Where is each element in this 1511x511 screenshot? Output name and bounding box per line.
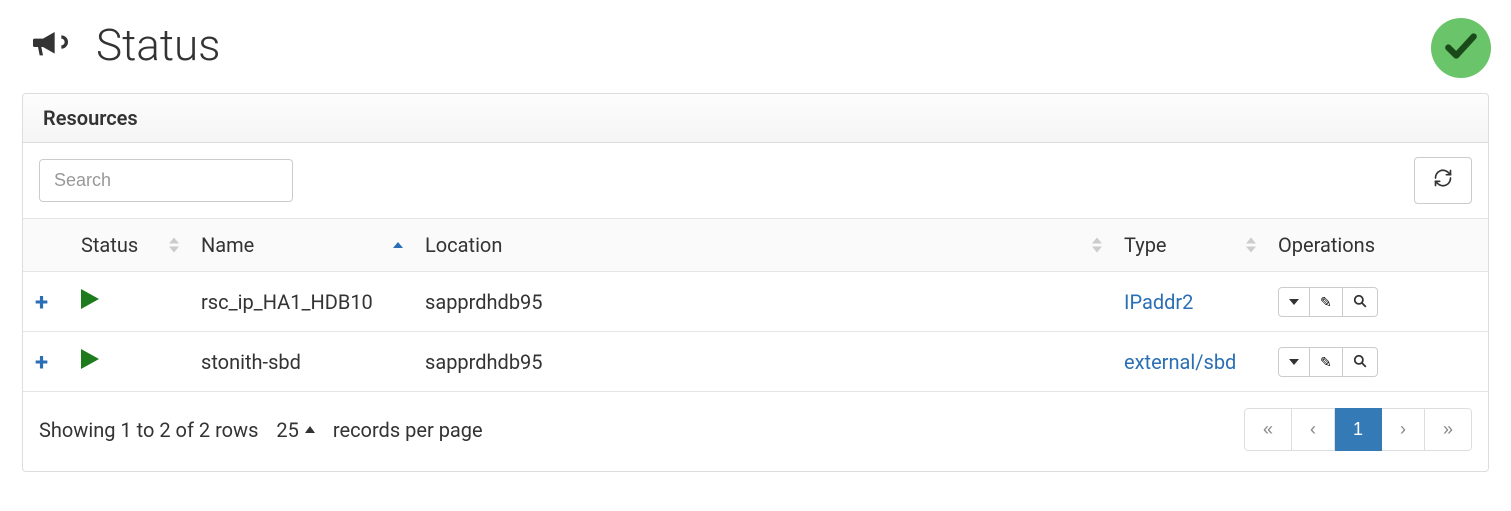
running-icon <box>81 349 99 369</box>
column-location-label: Location <box>425 233 502 257</box>
column-type[interactable]: Type <box>1112 219 1266 272</box>
check-icon <box>1442 27 1480 69</box>
pencil-icon: ✎ <box>1320 354 1332 371</box>
magnifier-icon <box>1353 354 1367 371</box>
row-operations: ✎ <box>1278 287 1378 317</box>
row-edit-button[interactable]: ✎ <box>1310 347 1343 377</box>
row-details-button[interactable] <box>1343 347 1378 377</box>
row-type-link[interactable]: external/sbd <box>1124 350 1236 374</box>
resources-panel: Resources Status Name <box>22 93 1489 472</box>
caret-up-icon <box>305 426 315 433</box>
table-toolbar <box>23 143 1488 218</box>
row-details-button[interactable] <box>1343 287 1378 317</box>
rows-summary: Showing 1 to 2 of 2 rows <box>39 418 258 442</box>
table-footer: Showing 1 to 2 of 2 rows 25 records per … <box>23 392 1488 471</box>
sort-icon <box>1246 238 1256 253</box>
page-last-button[interactable]: » <box>1425 408 1472 451</box>
row-operations: ✎ <box>1278 347 1378 377</box>
page-first-button[interactable]: « <box>1244 408 1292 451</box>
page-title: Status <box>96 19 220 71</box>
records-per-page-label: records per page <box>333 418 483 442</box>
column-status-label: Status <box>81 233 138 257</box>
sort-icon <box>169 238 179 253</box>
pencil-icon: ✎ <box>1320 294 1332 311</box>
row-menu-button[interactable] <box>1278 287 1310 317</box>
column-status[interactable]: Status <box>69 219 189 272</box>
search-input[interactable] <box>39 159 293 202</box>
health-status-badge[interactable] <box>1431 18 1491 78</box>
page-next-button[interactable]: › <box>1382 408 1425 451</box>
column-operations: Operations <box>1266 219 1488 272</box>
column-operations-label: Operations <box>1278 233 1375 257</box>
caret-down-icon <box>1289 359 1299 365</box>
row-menu-button[interactable] <box>1278 347 1310 377</box>
megaphone-icon <box>28 22 68 71</box>
sort-icon <box>1092 238 1102 253</box>
row-location: sapprdhdb95 <box>413 332 1112 392</box>
page-current[interactable]: 1 <box>1335 408 1382 451</box>
row-name: rsc_ip_HA1_HDB10 <box>189 272 413 332</box>
panel-heading: Resources <box>23 94 1488 143</box>
refresh-button[interactable] <box>1414 157 1472 204</box>
resources-table: Status Name Location <box>23 218 1488 392</box>
column-expand <box>23 219 69 272</box>
running-icon <box>81 289 99 309</box>
refresh-icon <box>1433 168 1453 193</box>
row-location: sapprdhdb95 <box>413 272 1112 332</box>
page-prev-button[interactable]: ‹ <box>1292 408 1335 451</box>
column-location[interactable]: Location <box>413 219 1112 272</box>
column-name-label: Name <box>201 233 254 257</box>
sort-asc-icon <box>393 242 403 248</box>
pagination: « ‹ 1 › » <box>1244 408 1472 451</box>
expand-row-button[interactable]: + <box>35 288 48 316</box>
page-header: Status <box>0 0 1511 81</box>
column-type-label: Type <box>1124 233 1167 257</box>
magnifier-icon <box>1353 294 1367 311</box>
page-size-value: 25 <box>276 418 298 442</box>
table-row: + stonith-sbd sapprdhdb95 external/sbd ✎ <box>23 332 1488 392</box>
page-size-selector[interactable]: 25 <box>276 418 314 442</box>
row-name: stonith-sbd <box>189 332 413 392</box>
table-row: + rsc_ip_HA1_HDB10 sapprdhdb95 IPaddr2 ✎ <box>23 272 1488 332</box>
column-name[interactable]: Name <box>189 219 413 272</box>
caret-down-icon <box>1289 299 1299 305</box>
expand-row-button[interactable]: + <box>35 348 48 376</box>
row-edit-button[interactable]: ✎ <box>1310 287 1343 317</box>
row-type-link[interactable]: IPaddr2 <box>1124 290 1193 314</box>
